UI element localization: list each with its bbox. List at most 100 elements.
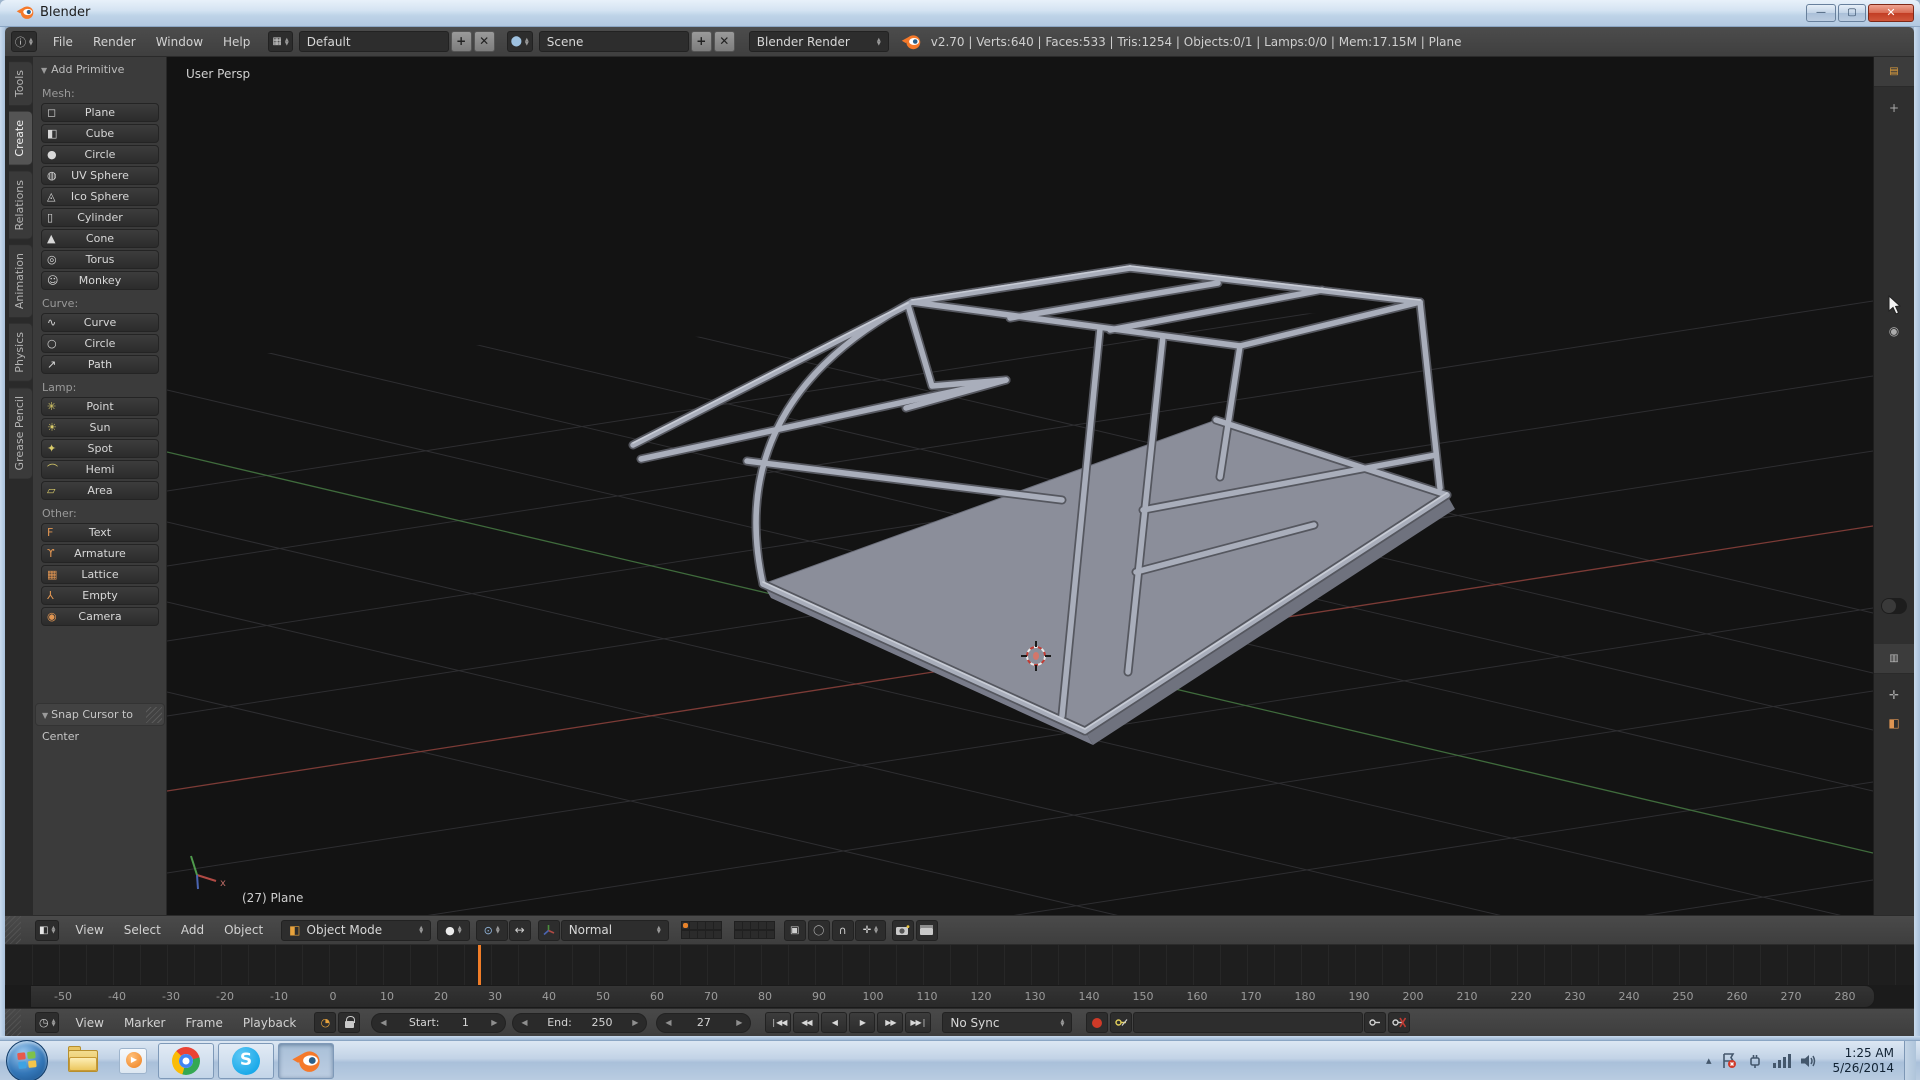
proportional-edit-button[interactable]: ◯ — [808, 920, 830, 941]
viewport-3d[interactable]: x User Persp (27) Plane — [167, 57, 1873, 915]
taskbar-blender-button[interactable] — [278, 1043, 334, 1079]
add-layout-button[interactable]: + — [451, 31, 472, 52]
layer-cell-5[interactable] — [713, 921, 722, 930]
pivot-point-dropdown[interactable]: ⊙ ▲▼ — [476, 920, 508, 941]
pivot-align-toggle[interactable]: ↔ — [509, 920, 531, 941]
next-keyframe-button[interactable]: ▶▶ — [877, 1012, 903, 1033]
add-camera-button[interactable]: ◉Camera — [41, 607, 159, 626]
increment-icon[interactable]: ▶ — [736, 1018, 742, 1027]
shelf-tab-grease-pencil[interactable]: Grease Pencil — [9, 387, 33, 479]
timeline-menu-view[interactable]: View — [65, 1008, 113, 1038]
layer-cell-15[interactable] — [766, 921, 775, 930]
jump-to-end-button[interactable]: ▶▶❘ — [905, 1012, 931, 1033]
taskbar-skype-button[interactable]: S — [218, 1043, 274, 1079]
decrement-icon[interactable]: ◀ — [380, 1018, 386, 1027]
mode-dropdown[interactable]: ◧Object Mode ▲▼ — [281, 920, 431, 941]
add-uv-sphere-button[interactable]: ◍UV Sphere — [41, 166, 159, 185]
taskbar-explorer-button[interactable] — [61, 1043, 105, 1079]
add-armature-button[interactable]: ϒArmature — [41, 544, 159, 563]
add-empty-button[interactable]: ⅄Empty — [41, 586, 159, 605]
add-hemi-button[interactable]: ⌒Hemi — [41, 460, 159, 479]
info-menu-help[interactable]: Help — [213, 27, 260, 57]
taskbar-chrome-button[interactable] — [158, 1043, 214, 1079]
keying-set-button[interactable] — [1110, 1012, 1132, 1033]
plus-icon[interactable]: + — [1874, 101, 1914, 115]
add-cone-button[interactable]: ▲Cone — [41, 229, 159, 248]
object-cube-icon[interactable]: ◧ — [1874, 716, 1914, 730]
decrement-icon[interactable]: ◀ — [521, 1018, 527, 1027]
snap-target-dropdown[interactable]: ✛ ▲▼ — [855, 920, 886, 941]
render-animation-button[interactable] — [916, 920, 938, 941]
decrement-icon[interactable]: ◀ — [665, 1018, 671, 1027]
shelf-tab-create[interactable]: Create — [9, 111, 33, 166]
volume-icon[interactable] — [1801, 1054, 1818, 1068]
minimize-button[interactable]: — — [1806, 4, 1836, 22]
current-frame-field[interactable]: ◀ 27 ▶ — [656, 1013, 751, 1033]
taskbar-clock[interactable]: 1:25 AM 5/26/2014 — [1832, 1046, 1894, 1076]
delete-scene-button[interactable]: ✕ — [714, 31, 735, 52]
outliner-header[interactable]: ▤ — [1874, 57, 1914, 87]
increment-icon[interactable]: ▶ — [491, 1018, 497, 1027]
add-circle-button[interactable]: ○Circle — [41, 334, 159, 353]
lock-frame-button[interactable] — [338, 1012, 360, 1033]
add-circle-button[interactable]: ●Circle — [41, 145, 159, 164]
increment-icon[interactable]: ▶ — [632, 1018, 638, 1027]
timeline-lane[interactable] — [5, 945, 1914, 985]
end-frame-field[interactable]: ◀ End: 250 ▶ — [512, 1013, 647, 1033]
add-plane-button[interactable]: ◻Plane — [41, 103, 159, 122]
add-primitive-panel-header[interactable]: ▼Add Primitive — [33, 57, 166, 80]
add-spot-button[interactable]: ✦Spot — [41, 439, 159, 458]
action-center-icon[interactable] — [1721, 1053, 1737, 1069]
info-menu-render[interactable]: Render — [83, 27, 146, 57]
corner-resize-grip[interactable] — [5, 916, 21, 944]
viewport-menu-object[interactable]: Object — [214, 915, 273, 945]
playback-range-lock-button[interactable]: ◔ — [314, 1012, 336, 1033]
manipulator-toggle[interactable] — [538, 920, 560, 941]
add-sun-button[interactable]: ☀Sun — [41, 418, 159, 437]
timeline-menu-frame[interactable]: Frame — [175, 1008, 232, 1038]
play-reverse-button[interactable]: ◀ — [821, 1012, 847, 1033]
lock-to-scene-button[interactable]: ▣ — [784, 920, 806, 941]
start-button[interactable] — [6, 1040, 48, 1080]
panel-resize-grip[interactable] — [146, 707, 162, 723]
active-keying-set-dropdown[interactable] — [1133, 1012, 1363, 1033]
orientation-dropdown[interactable]: Normal ▲▼ — [561, 920, 669, 941]
add-curve-button[interactable]: ∿Curve — [41, 313, 159, 332]
scene-dropdown[interactable]: Scene — [539, 31, 689, 52]
network-icon[interactable] — [1773, 1054, 1791, 1068]
render-engine-dropdown[interactable]: Blender Render ▲▼ — [749, 31, 889, 52]
snap-toggle-button[interactable]: ∩ — [832, 920, 854, 941]
power-icon[interactable] — [1747, 1053, 1763, 1069]
shelf-tab-animation[interactable]: Animation — [9, 244, 33, 318]
info-menu-file[interactable]: File — [43, 27, 83, 57]
play-button[interactable]: ▶ — [849, 1012, 875, 1033]
close-button[interactable]: ✕ — [1868, 4, 1914, 22]
screen-layout-icon-button[interactable]: ▦ ▲▼ — [268, 31, 292, 52]
add-cube-button[interactable]: ◧Cube — [41, 124, 159, 143]
viewport-menu-view[interactable]: View — [65, 915, 113, 945]
maximize-button[interactable]: ▢ — [1838, 4, 1866, 22]
layers-widget[interactable] — [677, 921, 778, 939]
scene-icon-button[interactable]: ⬤ ▲▼ — [507, 31, 533, 52]
camera-restrict-icon[interactable]: ◉ — [1874, 324, 1914, 338]
timeline-playhead[interactable] — [478, 945, 481, 989]
screen-layout-dropdown[interactable]: Default — [299, 31, 449, 52]
viewport-menu-select[interactable]: Select — [114, 915, 171, 945]
layer-cell-20[interactable] — [766, 930, 775, 939]
start-frame-field[interactable]: ◀ Start: 1 ▶ — [371, 1013, 506, 1033]
snap-cursor-panel-header[interactable]: ▼Snap Cursor to Center — [35, 703, 165, 726]
prev-keyframe-button[interactable]: ◀◀ — [793, 1012, 819, 1033]
delete-keyframe-button[interactable] — [1388, 1012, 1410, 1033]
add-torus-button[interactable]: ◎Torus — [41, 250, 159, 269]
panel-scroll-knob[interactable] — [1881, 598, 1907, 614]
record-button[interactable] — [1086, 1012, 1108, 1033]
add-point-button[interactable]: ✳Point — [41, 397, 159, 416]
timeline-menu-marker[interactable]: Marker — [114, 1008, 175, 1038]
layer-cell-10[interactable] — [713, 930, 722, 939]
corner-resize-grip[interactable] — [5, 1009, 21, 1036]
viewport-menu-add[interactable]: Add — [171, 915, 214, 945]
add-scene-button[interactable]: + — [691, 31, 712, 52]
timeline-ruler[interactable]: -50-40-30-20-100102030405060708090100110… — [5, 985, 1914, 1008]
taskbar-media-player-button[interactable] — [111, 1043, 155, 1079]
pin-icon[interactable]: ✛ — [1874, 688, 1914, 702]
